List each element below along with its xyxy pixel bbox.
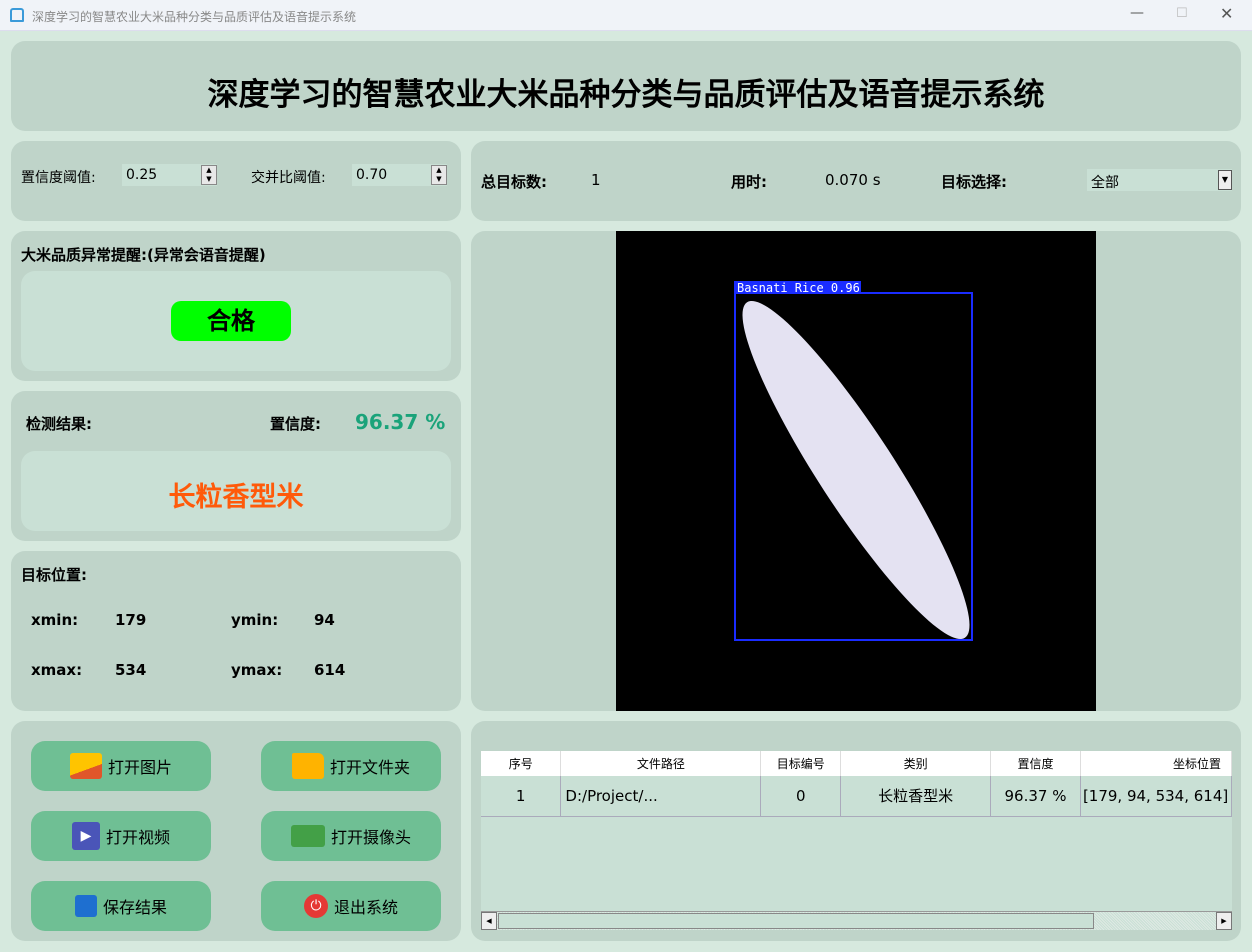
scrollbar-thumb[interactable]: [498, 913, 1094, 929]
ymax-label: ymax:: [231, 661, 283, 679]
quality-alert-box: 合格: [21, 271, 451, 371]
title-bar: 深度学习的智慧农业大米品种分类与品质评估及语音提示系统 — ☐ ✕: [0, 0, 1252, 31]
cell-target-id[interactable]: 0: [760, 776, 842, 817]
horizontal-scrollbar[interactable]: ◀ ▶: [481, 911, 1232, 930]
chevron-down-icon[interactable]: ▼: [1218, 170, 1232, 190]
time-label: 用时:: [731, 173, 767, 191]
scroll-right-icon[interactable]: ▶: [1216, 912, 1232, 930]
open-camera-label: 打开摄像头: [330, 828, 411, 847]
total-targets-label: 总目标数:: [481, 173, 547, 191]
image-icon: [69, 753, 102, 779]
cell-index[interactable]: 1: [481, 776, 562, 817]
detection-image: Basnati Rice 0.96: [616, 231, 1096, 711]
results-table: 序号 文件路径 目标编号 类别 置信度 坐标位置 1 D:/Project/..…: [481, 751, 1232, 817]
confidence-value: 96.37 %: [355, 410, 446, 434]
header-panel: 深度学习的智慧农业大米品种分类与品质评估及语音提示系统: [11, 41, 1241, 131]
window-title: 深度学习的智慧农业大米品种分类与品质评估及语音提示系统: [32, 10, 357, 24]
iou-threshold-spinbox[interactable]: 0.70 ▲ ▼: [352, 164, 447, 186]
time-value: 0.070 s: [825, 171, 881, 189]
maximize-button[interactable]: ☐: [1176, 6, 1188, 21]
confidence-label: 置信度:: [270, 415, 321, 433]
header-coordinates[interactable]: 坐标位置: [1080, 751, 1232, 776]
open-folder-button[interactable]: 打开文件夹: [261, 741, 441, 791]
image-panel: Basnati Rice 0.96: [471, 231, 1241, 711]
table-panel: 序号 文件路径 目标编号 类别 置信度 坐标位置 1 D:/Project/..…: [471, 721, 1241, 941]
quality-alert-panel: 大米品质异常提醒:(异常会语音提醒) 合格: [11, 231, 461, 381]
ymin-label: ymin:: [231, 611, 279, 629]
controls-panel: 打开图片 打开文件夹 ▶ 打开视频 打开摄像头 保存结果 ⏻ 退出系统: [11, 721, 461, 941]
result-panel: 检测结果: 置信度: 96.37 % 长粒香型米: [11, 391, 461, 541]
conf-threshold-spinbox[interactable]: 0.25 ▲ ▼: [122, 164, 217, 186]
exit-label: 退出系统: [333, 898, 398, 917]
folder-icon: [291, 753, 324, 779]
save-icon: [74, 895, 97, 917]
exit-button[interactable]: ⏻ 退出系统: [261, 881, 441, 931]
cell-file-path[interactable]: D:/Project/...: [560, 776, 762, 817]
xmin-value: 179: [115, 611, 147, 629]
target-select-value: 全部: [1091, 175, 1119, 191]
open-image-label: 打开图片: [107, 758, 172, 777]
conf-threshold-value: 0.25: [126, 167, 158, 183]
position-label: 目标位置:: [21, 566, 87, 584]
video-icon: ▶: [71, 822, 100, 850]
spin-arrows-icon[interactable]: ▲ ▼: [201, 165, 217, 185]
header-class[interactable]: 类别: [840, 751, 992, 776]
box-label: Basnati Rice 0.96: [737, 281, 860, 295]
save-label: 保存结果: [102, 898, 167, 917]
xmax-label: xmax:: [31, 661, 83, 679]
params-panel: 置信度阈值: 0.25 ▲ ▼ 交并比阈值: 0.70 ▲ ▼: [11, 141, 461, 221]
target-select-label: 目标选择:: [941, 173, 1007, 191]
header-target-id[interactable]: 目标编号: [760, 751, 842, 776]
close-button[interactable]: ✕: [1220, 4, 1233, 23]
iou-threshold-value: 0.70: [356, 167, 388, 183]
camera-icon: [290, 825, 325, 847]
open-folder-label: 打开文件夹: [329, 758, 410, 777]
header-file-path[interactable]: 文件路径: [560, 751, 762, 776]
results-table-container: 序号 文件路径 目标编号 类别 置信度 坐标位置 1 D:/Project/..…: [481, 751, 1232, 930]
quality-status-badge: 合格: [171, 301, 291, 341]
ymin-value: 94: [314, 611, 335, 629]
open-image-button[interactable]: 打开图片: [31, 741, 211, 791]
open-video-label: 打开视频: [105, 828, 170, 847]
table-header-row: 序号 文件路径 目标编号 类别 置信度 坐标位置: [481, 751, 1232, 776]
xmin-label: xmin:: [31, 611, 79, 629]
cell-confidence[interactable]: 96.37 %: [990, 776, 1081, 817]
spin-arrows-icon[interactable]: ▲ ▼: [431, 165, 447, 185]
header-index[interactable]: 序号: [481, 751, 562, 776]
table-row[interactable]: 1 D:/Project/... 0 长粒香型米 96.37 % [179, 9…: [481, 776, 1232, 817]
quality-alert-label: 大米品质异常提醒:(异常会语音提醒): [21, 246, 266, 264]
result-box: 长粒香型米: [21, 451, 451, 531]
result-label: 检测结果:: [26, 415, 92, 433]
conf-threshold-label: 置信度阈值:: [21, 170, 96, 186]
power-icon: ⏻: [303, 894, 328, 918]
total-targets-value: 1: [591, 171, 601, 189]
minimize-button[interactable]: —: [1130, 5, 1144, 21]
stats-panel: 总目标数: 1 用时: 0.070 s 目标选择: 全部 ▼: [471, 141, 1241, 221]
target-select-dropdown[interactable]: 全部 ▼: [1087, 169, 1232, 191]
cell-coordinates[interactable]: [179, 94, 534, 614]: [1080, 776, 1232, 817]
result-class: 长粒香型米: [168, 482, 304, 513]
header-confidence[interactable]: 置信度: [990, 751, 1081, 776]
xmax-value: 534: [115, 661, 147, 679]
position-panel: 目标位置: xmin: 179 ymin: 94 xmax: 534 ymax:…: [11, 551, 461, 711]
page-title: 深度学习的智慧农业大米品种分类与品质评估及语音提示系统: [207, 77, 1045, 113]
open-video-button[interactable]: ▶ 打开视频: [31, 811, 211, 861]
iou-threshold-label: 交并比阈值:: [251, 170, 326, 186]
scroll-left-icon[interactable]: ◀: [481, 912, 497, 930]
save-button[interactable]: 保存结果: [31, 881, 211, 931]
cell-class[interactable]: 长粒香型米: [840, 776, 992, 817]
open-camera-button[interactable]: 打开摄像头: [261, 811, 441, 861]
app-icon: [10, 8, 24, 22]
ymax-value: 614: [314, 661, 346, 679]
